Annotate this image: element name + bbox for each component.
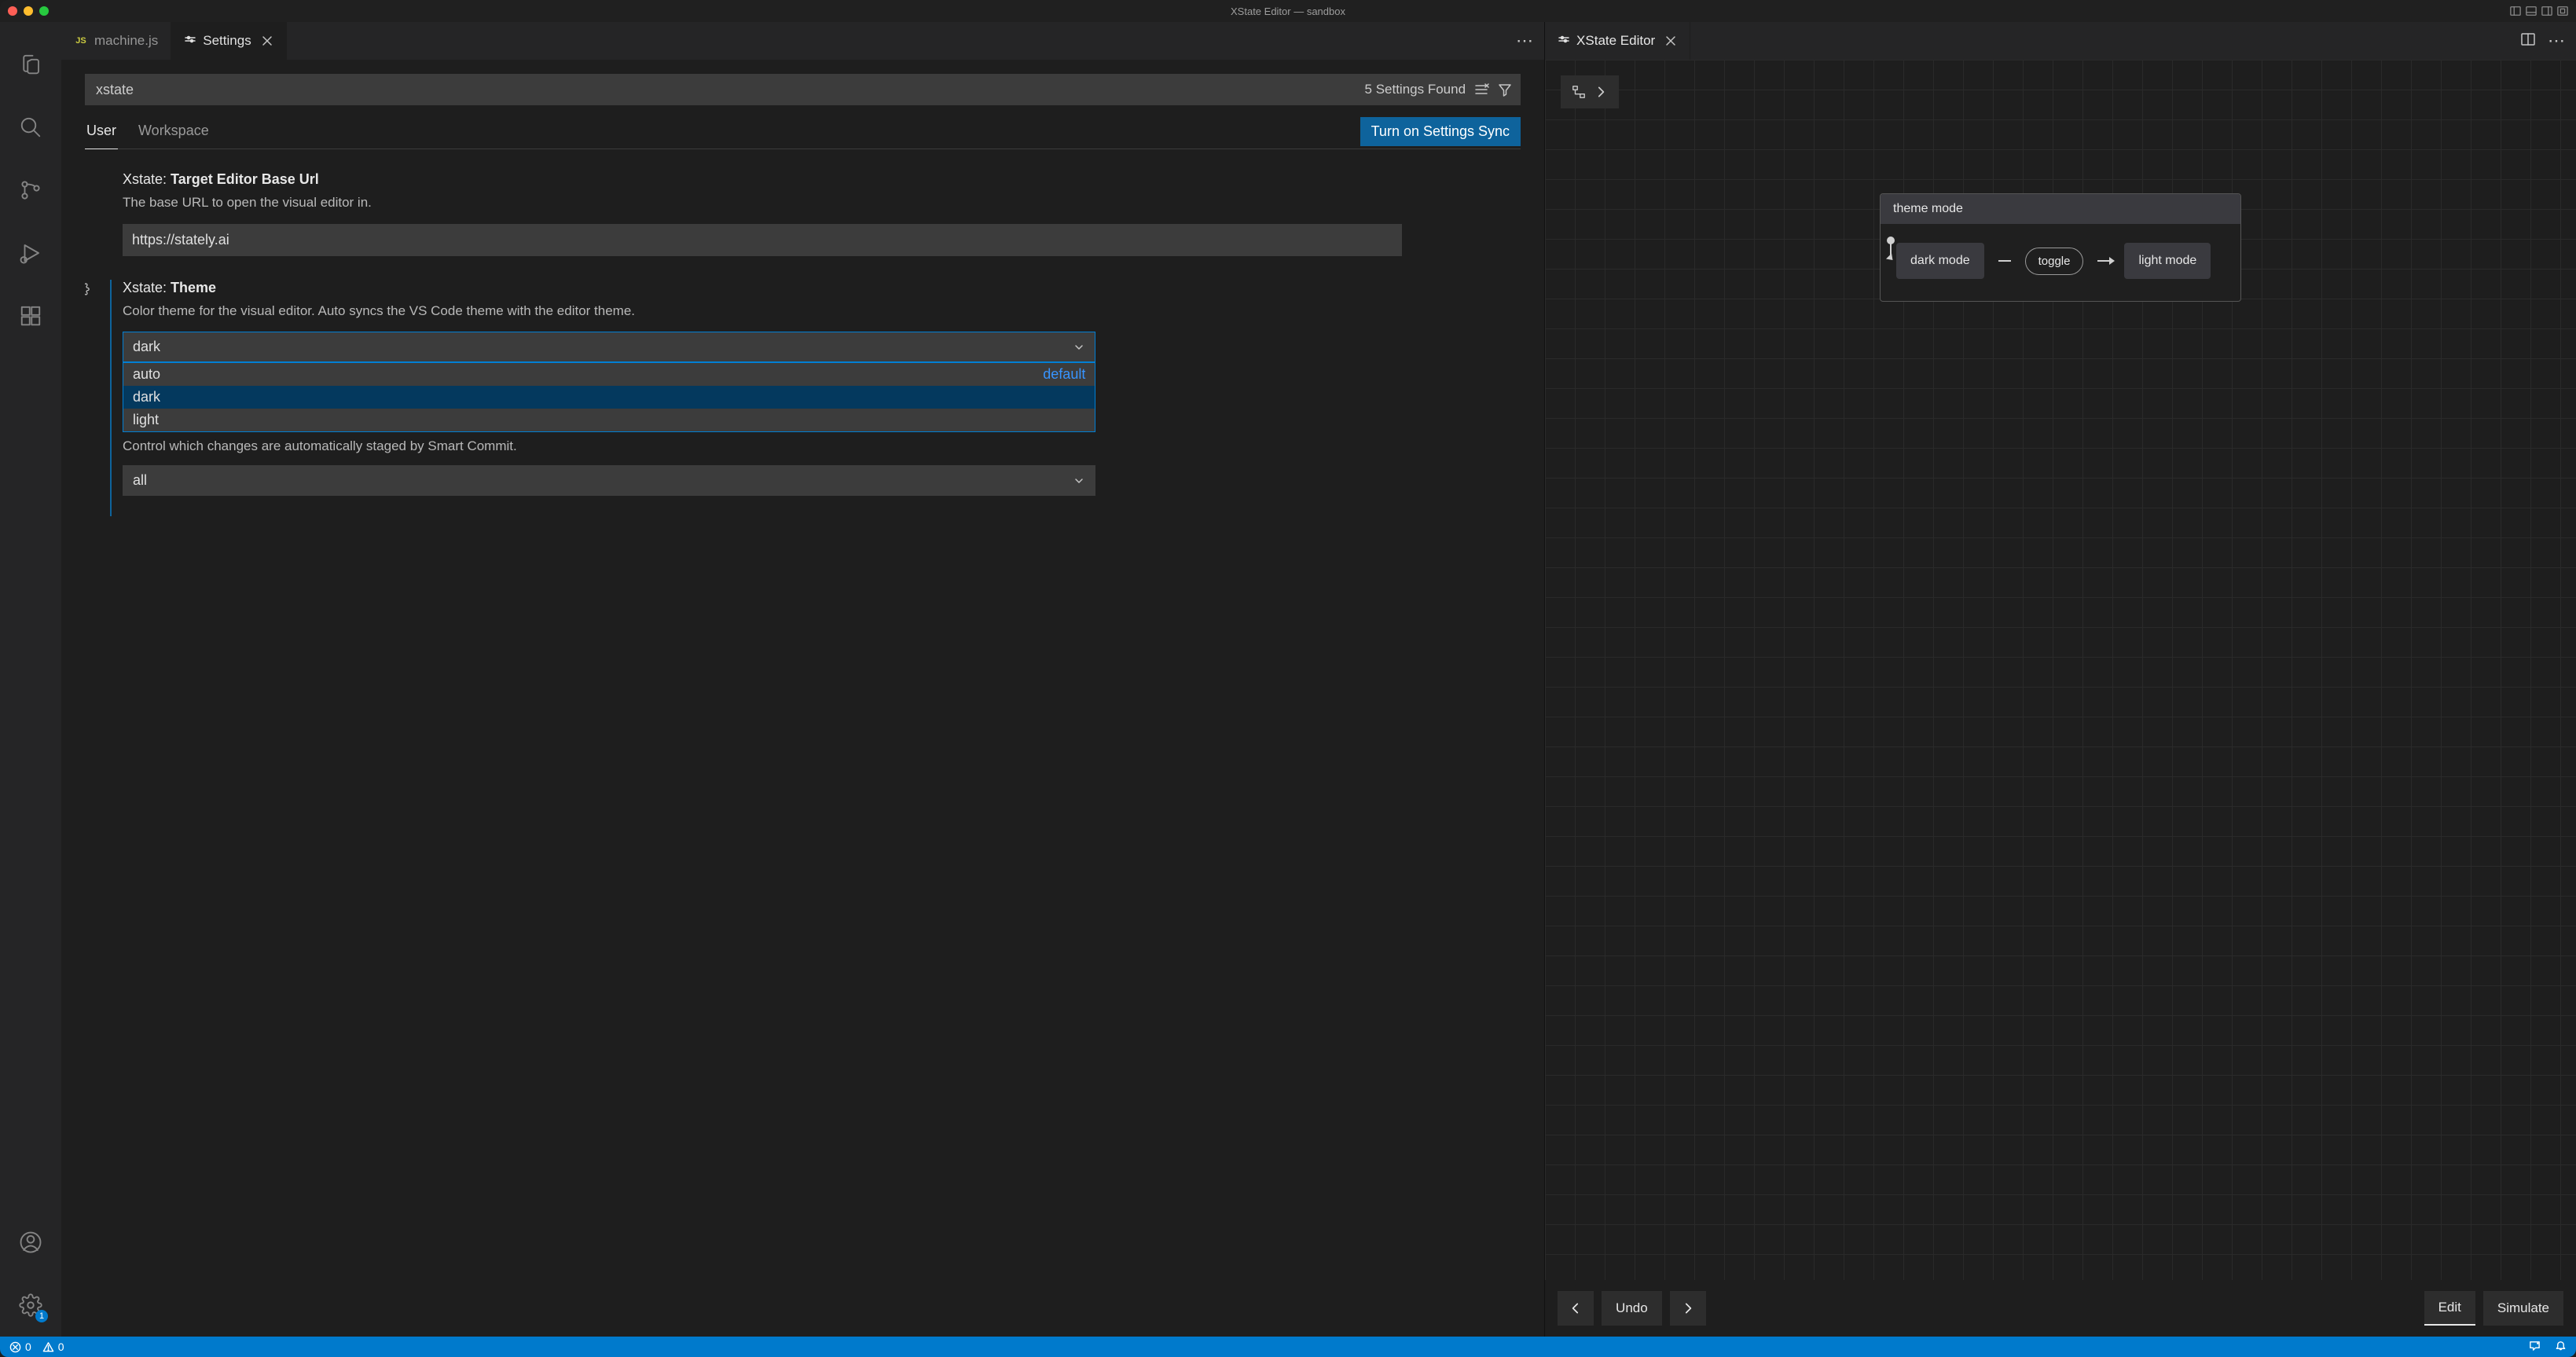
editor-left-pane: JS machine.js Settings xyxy=(61,22,1545,1337)
simulate-button[interactable]: Simulate xyxy=(2483,1291,2563,1326)
maximize-window-button[interactable] xyxy=(39,6,49,16)
titlebar-layout-controls xyxy=(2510,6,2568,17)
event-toggle[interactable]: toggle xyxy=(2025,248,2084,275)
scope-user-tab[interactable]: User xyxy=(85,115,118,149)
split-editor-icon[interactable] xyxy=(2521,32,2535,50)
status-errors[interactable]: 0 xyxy=(9,1340,31,1353)
tab-label: machine.js xyxy=(94,33,158,49)
js-file-icon: JS xyxy=(74,34,88,48)
theme-select[interactable]: dark xyxy=(123,332,1095,362)
tab-xstate-editor[interactable]: XState Editor xyxy=(1545,22,1690,60)
machine-name[interactable]: theme mode xyxy=(1881,194,2240,224)
settings-editor: 5 Settings Found User Workspace Turn on … xyxy=(61,60,1544,1337)
close-icon[interactable] xyxy=(1664,35,1677,47)
edit-button[interactable]: Edit xyxy=(2424,1291,2475,1326)
chevron-right-icon xyxy=(1594,85,1608,99)
state-dark-mode[interactable]: dark mode xyxy=(1896,243,1984,279)
smart-commit-value: all xyxy=(133,472,147,489)
breadcrumb-chip[interactable] xyxy=(1561,75,1619,108)
close-icon[interactable] xyxy=(261,35,273,47)
search-button[interactable] xyxy=(12,108,50,146)
tab-bar-right: XState Editor xyxy=(1545,22,2576,60)
settings-search-input[interactable] xyxy=(96,82,1357,98)
settings-scope-tabs: User Workspace Turn on Settings Sync xyxy=(85,115,1521,149)
accounts-button[interactable] xyxy=(12,1223,50,1261)
status-bar: 0 0 xyxy=(0,1337,2576,1357)
clear-search-icon[interactable] xyxy=(1473,82,1489,97)
sliders-icon xyxy=(1558,33,1570,50)
manage-button[interactable]: 1 xyxy=(12,1286,50,1324)
redo-forward-button[interactable] xyxy=(1670,1291,1706,1326)
undo-button[interactable]: Undo xyxy=(1602,1291,1662,1326)
extensions-button[interactable] xyxy=(12,297,50,335)
state-machine-box[interactable]: theme mode dark mode toggle light mode xyxy=(1880,193,2241,302)
layout-panel-bottom-icon[interactable] xyxy=(2526,6,2537,17)
traffic-lights xyxy=(8,6,49,16)
tab-bar-left: JS machine.js Settings xyxy=(61,22,1544,60)
state-light-mode[interactable]: light mode xyxy=(2124,243,2211,279)
settings-list[interactable]: Xstate: Target Editor Base Url The base … xyxy=(85,149,1521,1337)
settings-search: 5 Settings Found xyxy=(85,74,1521,105)
filter-icon[interactable] xyxy=(1497,82,1513,97)
hierarchy-icon xyxy=(1572,85,1586,99)
chevron-down-icon xyxy=(1073,341,1085,354)
tab-label: XState Editor xyxy=(1576,33,1655,49)
setting-description: Color theme for the visual editor. Auto … xyxy=(123,301,1513,321)
source-control-button[interactable] xyxy=(12,171,50,209)
tab-settings[interactable]: Settings xyxy=(171,22,286,60)
layout-centered-icon[interactable] xyxy=(2557,6,2568,17)
transition-arrow xyxy=(2097,260,2110,262)
chevron-left-icon xyxy=(1569,1301,1583,1315)
explorer-button[interactable] xyxy=(12,46,50,83)
activity-bar: 1 xyxy=(0,22,61,1337)
close-window-button[interactable] xyxy=(8,6,17,16)
theme-option-auto[interactable]: auto default xyxy=(123,363,1095,386)
xstate-editor: theme mode dark mode toggle light mode xyxy=(1545,60,2576,1337)
setting-title: Xstate: Target Editor Base Url xyxy=(123,171,1513,188)
undo-back-button[interactable] xyxy=(1558,1291,1594,1326)
transition-arrow xyxy=(1998,260,2011,262)
tab-machine-js[interactable]: JS machine.js xyxy=(61,22,171,60)
bell-icon[interactable] xyxy=(2555,1340,2567,1354)
theme-option-dark[interactable]: dark xyxy=(123,386,1095,409)
status-warnings[interactable]: 0 xyxy=(42,1340,64,1353)
settings-sync-button[interactable]: Turn on Settings Sync xyxy=(1360,117,1521,146)
scope-workspace-tab[interactable]: Workspace xyxy=(137,115,211,149)
editor-right-pane: XState Editor xyxy=(1545,22,2576,1337)
setting-target-editor-base-url: Xstate: Target Editor Base Url The base … xyxy=(123,171,1513,277)
tab-label: Settings xyxy=(203,33,251,49)
setting-description: Control which changes are automatically … xyxy=(123,438,1513,454)
error-icon xyxy=(9,1341,21,1353)
titlebar: XState Editor — sandbox xyxy=(0,0,2576,22)
warning-icon xyxy=(42,1341,54,1353)
layout-panel-right-icon[interactable] xyxy=(2541,6,2552,17)
xstate-canvas[interactable]: theme mode dark mode toggle light mode xyxy=(1545,60,2576,1280)
window-title: XState Editor — sandbox xyxy=(1231,6,1345,17)
more-actions-icon[interactable] xyxy=(2548,32,2565,50)
layout-panel-left-icon[interactable] xyxy=(2510,6,2521,17)
feedback-icon[interactable] xyxy=(2529,1340,2541,1354)
base-url-input[interactable] xyxy=(123,224,1402,256)
gear-icon xyxy=(184,33,196,50)
settings-found-label: 5 Settings Found xyxy=(1365,82,1466,97)
chevron-down-icon xyxy=(1073,475,1085,487)
setting-theme: Xstate: Theme Color theme for the visual… xyxy=(110,280,1513,517)
minimize-window-button[interactable] xyxy=(24,6,33,16)
chevron-right-icon xyxy=(1681,1301,1695,1315)
theme-dropdown: auto default dark light xyxy=(123,362,1095,432)
theme-option-light[interactable]: light xyxy=(123,409,1095,431)
manage-badge: 1 xyxy=(35,1310,48,1322)
gear-icon[interactable] xyxy=(85,281,90,301)
setting-title: Xstate: Theme xyxy=(123,280,1513,296)
theme-select-value: dark xyxy=(133,339,160,355)
setting-description: The base URL to open the visual editor i… xyxy=(123,193,1513,213)
xstate-toolbar: Undo Edit Simulate xyxy=(1545,1280,2576,1337)
more-actions-icon[interactable] xyxy=(1516,32,1533,50)
smart-commit-select[interactable]: all xyxy=(123,465,1095,496)
run-debug-button[interactable] xyxy=(12,234,50,272)
